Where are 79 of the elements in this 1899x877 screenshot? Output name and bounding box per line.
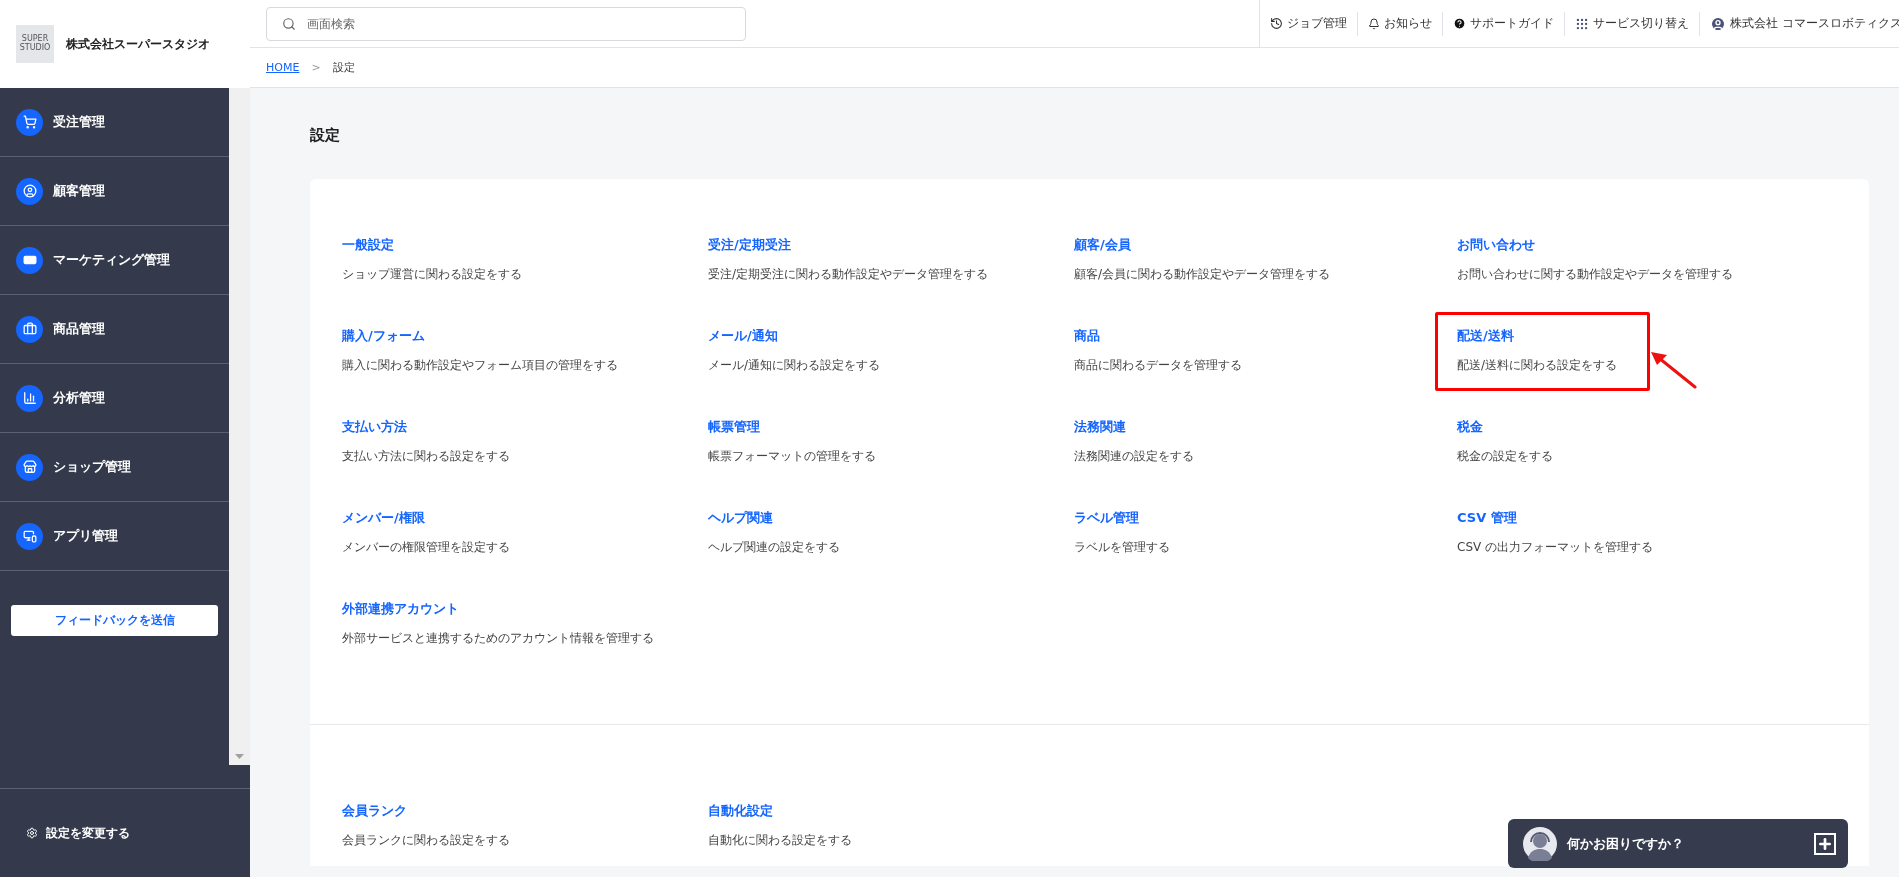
breadcrumb-separator: > bbox=[311, 61, 321, 74]
settings-link[interactable]: 帳票管理 bbox=[708, 418, 876, 436]
header-link[interactable]: お知らせ bbox=[1358, 11, 1444, 36]
settings-link[interactable]: お問い合わせ bbox=[1457, 236, 1733, 254]
help-icon bbox=[1453, 17, 1467, 30]
search-field[interactable]: 画面検索 bbox=[266, 6, 746, 41]
settings-description: ラベルを管理する bbox=[1074, 539, 1170, 556]
user-icon bbox=[22, 184, 37, 198]
settings-description: 帳票フォーマットの管理をする bbox=[708, 448, 876, 465]
settings-link[interactable]: 商品 bbox=[1074, 327, 1242, 345]
sidebar-item[interactable]: 分析管理 bbox=[0, 364, 229, 433]
settings-link[interactable]: 設定を変更する bbox=[26, 824, 130, 842]
cart-icon bbox=[22, 115, 37, 129]
settings-link[interactable]: 税金 bbox=[1457, 418, 1553, 436]
sidebar-item[interactable]: アプリ管理 bbox=[0, 502, 229, 571]
settings-description: 購入に関わる動作設定やフォーム項目の管理をする bbox=[342, 357, 618, 374]
history-icon bbox=[1270, 17, 1284, 30]
settings-description: 自動化に関わる設定をする bbox=[708, 832, 852, 849]
settings-description: 支払い方法に関わる設定をする bbox=[342, 448, 510, 465]
expand-button[interactable] bbox=[1814, 832, 1836, 855]
sidebar-item[interactable]: マーケティング管理 bbox=[0, 226, 229, 295]
settings-link[interactable]: ヘルプ関連 bbox=[708, 509, 840, 527]
settings-description: 受注/定期受注に関わる動作設定やデータ管理をする bbox=[708, 266, 989, 283]
company-logo: SUPER STUDIO bbox=[16, 25, 54, 63]
pointer-arrow bbox=[1649, 349, 1698, 389]
briefcase-icon bbox=[22, 322, 37, 336]
settings-link[interactable]: 法務関連 bbox=[1074, 418, 1194, 436]
header-link[interactable]: サポートガイド bbox=[1443, 11, 1566, 36]
page-title: 設定 bbox=[310, 126, 341, 145]
sidebar-item[interactable]: 顧客管理 bbox=[0, 157, 229, 226]
settings-description: 顧客/会員に関わる動作設定やデータ管理をする bbox=[1074, 266, 1331, 283]
avatar-icon bbox=[1710, 15, 1727, 32]
chart-icon bbox=[22, 391, 37, 405]
settings-link[interactable]: 自動化設定 bbox=[708, 802, 852, 820]
store-icon bbox=[22, 460, 37, 474]
settings-link[interactable]: 一般設定 bbox=[342, 236, 522, 254]
settings-link[interactable]: メール/通知 bbox=[708, 327, 881, 345]
settings-description: 商品に関わるデータを管理する bbox=[1074, 357, 1242, 374]
feedback-button[interactable]: フィードバックを送信 bbox=[11, 605, 218, 636]
support-agent-icon bbox=[1523, 826, 1557, 861]
settings-description: お問い合わせに関する動作設定やデータを管理する bbox=[1457, 266, 1733, 283]
settings-description: 税金の設定をする bbox=[1457, 448, 1553, 465]
scrollbar[interactable] bbox=[229, 88, 250, 765]
breadcrumb-link[interactable]: HOME bbox=[266, 61, 300, 74]
breadcrumb-current: 設定 bbox=[332, 60, 355, 75]
scroll-down-icon[interactable] bbox=[235, 754, 244, 759]
search-icon bbox=[282, 16, 296, 31]
header-link[interactable]: サービス切り替え bbox=[1565, 11, 1701, 36]
sidebar-item[interactable]: 受注管理 bbox=[0, 88, 229, 157]
settings-description: 配送/送料に関わる設定をする bbox=[1457, 357, 1618, 374]
devices-icon bbox=[22, 529, 37, 543]
settings-description: ヘルプ関連の設定をする bbox=[708, 539, 840, 556]
settings-description: 外部サービスと連携するためのアカウント情報を管理する bbox=[342, 630, 654, 647]
settings-link[interactable]: 購入/フォーム bbox=[342, 327, 618, 345]
settings-link[interactable]: 受注/定期受注 bbox=[708, 236, 989, 254]
settings-link[interactable]: ラベル管理 bbox=[1074, 509, 1170, 527]
settings-description: CSV の出力フォーマットを管理する bbox=[1457, 539, 1654, 556]
settings-description: 法務関連の設定をする bbox=[1074, 448, 1194, 465]
settings-link[interactable]: 顧客/会員 bbox=[1074, 236, 1331, 254]
settings-link[interactable]: 外部連携アカウント bbox=[342, 600, 654, 618]
settings-link[interactable]: CSV 管理 bbox=[1457, 509, 1654, 527]
settings-link[interactable]: 配送/送料 bbox=[1457, 327, 1618, 345]
settings-link[interactable]: 支払い方法 bbox=[342, 418, 510, 436]
settings-description: メール/通知に関わる設定をする bbox=[708, 357, 881, 374]
help-widget[interactable]: 何かお困りですか？ bbox=[1508, 819, 1848, 868]
company-name: 株式会社スーパースタジオ bbox=[66, 35, 210, 53]
help-prompt: 何かお困りですか？ bbox=[1567, 834, 1684, 853]
settings-link[interactable]: メンバー/権限 bbox=[342, 509, 510, 527]
settings-link[interactable]: 会員ランク bbox=[342, 802, 510, 820]
header-link[interactable]: ジョブ管理 bbox=[1260, 11, 1359, 36]
bell-icon bbox=[1368, 17, 1381, 30]
sidebar-item[interactable]: 商品管理 bbox=[0, 295, 229, 364]
sidebar-item[interactable]: ショップ管理 bbox=[0, 433, 229, 502]
plus-icon bbox=[1817, 835, 1833, 852]
settings-icon bbox=[26, 827, 38, 839]
settings-description: ショップ運営に関わる設定をする bbox=[342, 266, 522, 283]
settings-description: 会員ランクに関わる設定をする bbox=[342, 832, 510, 849]
grid-icon bbox=[1575, 16, 1590, 31]
settings-description: メンバーの権限管理を設定する bbox=[342, 539, 510, 556]
